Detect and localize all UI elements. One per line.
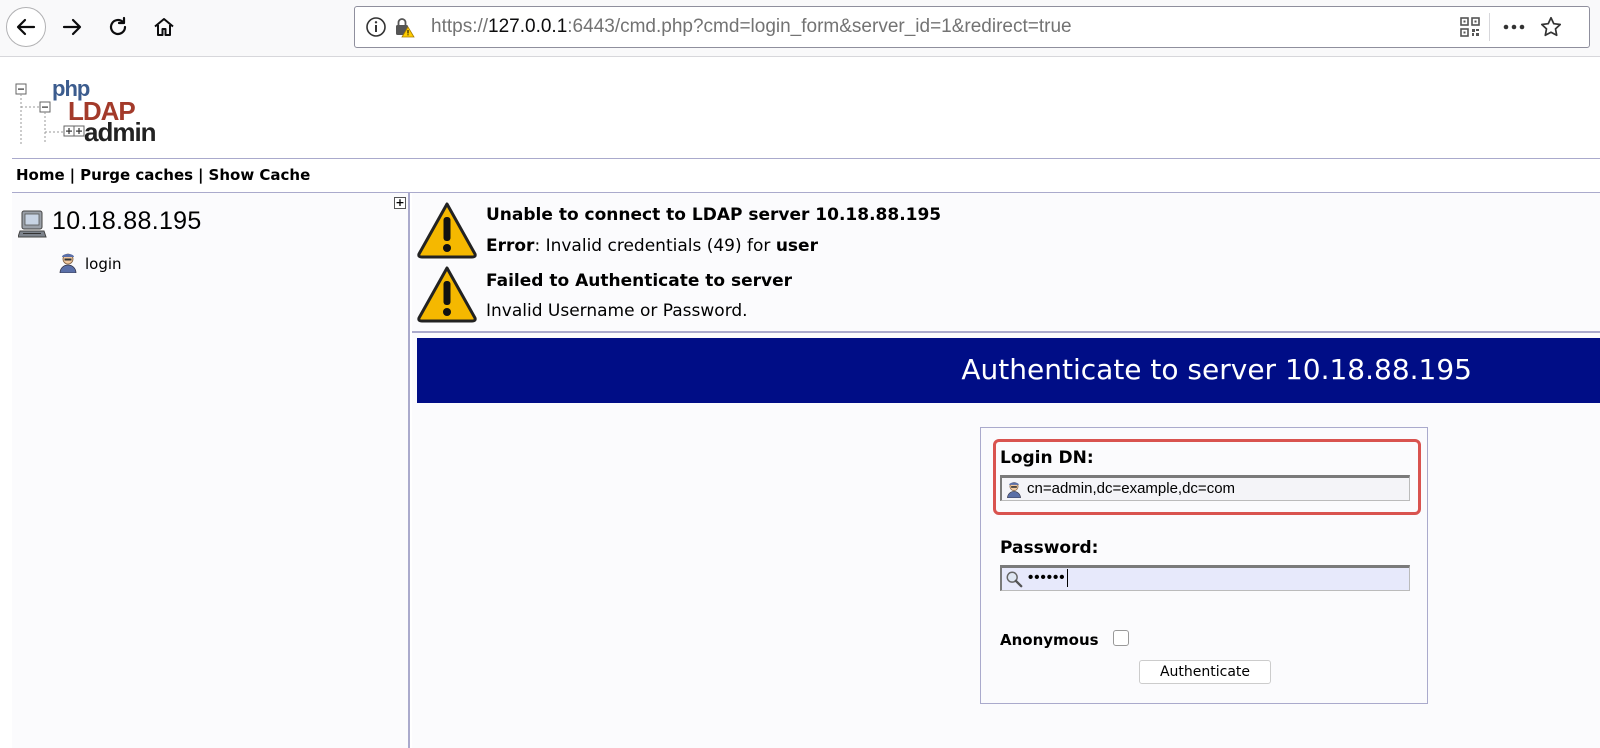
error-text: : Invalid credentials (49) for	[534, 236, 776, 256]
error-title: Unable to connect to LDAP server 10.18.8…	[486, 205, 942, 225]
key-search-icon	[1006, 571, 1023, 588]
url-rest: :6443/cmd.php?cmd=login_form&server_id=1…	[567, 16, 1072, 37]
top-menu: Home | Purge caches | Show Cache	[16, 166, 310, 184]
warning-icon	[417, 202, 477, 259]
error-label: Error	[486, 236, 535, 256]
url-prefix: https://	[431, 16, 489, 37]
arrow-left-icon	[16, 18, 36, 36]
url-text[interactable]: https://127.0.0.1:6443/cmd.php?cmd=login…	[431, 7, 1072, 47]
password-label: Password:	[1000, 538, 1099, 558]
more-actions-icon[interactable]	[1501, 16, 1527, 38]
home-icon	[154, 18, 174, 36]
server-computer-icon	[18, 210, 47, 238]
menu-show-cache-link[interactable]: Show Cache	[209, 166, 311, 184]
address-bar[interactable]: https://127.0.0.1:6443/cmd.php?cmd=login…	[354, 6, 1590, 48]
url-divider	[1489, 13, 1490, 41]
logo-admin-text: admin	[84, 117, 157, 147]
error-detail: Error: Invalid credentials (49) for user	[486, 236, 818, 256]
content-divider	[412, 331, 1600, 333]
login-dn-label: Login DN:	[1000, 448, 1094, 468]
user-login-icon	[59, 253, 77, 273]
menu-home-link[interactable]: Home	[16, 166, 65, 184]
phpldapadmin-logo[interactable]: php LDAP admin	[14, 74, 164, 146]
menu-purge-caches-link[interactable]: Purge caches	[80, 166, 193, 184]
tree-login-link[interactable]: login	[85, 255, 122, 273]
server-tree-panel: + 10.18.88.195 login	[12, 193, 410, 748]
reload-icon	[109, 16, 127, 36]
header-divider	[12, 158, 1600, 159]
auth-banner-title: Authenticate to server 10.18.88.195	[961, 353, 1472, 386]
arrow-right-icon	[62, 18, 82, 36]
login-dn-input[interactable]: cn=admin,dc=example,dc=com	[1000, 475, 1410, 501]
password-dots: ••••••	[1028, 569, 1066, 586]
menu-separator: |	[69, 166, 76, 184]
home-button[interactable]	[144, 7, 184, 47]
password-input[interactable]: ••••••	[1000, 565, 1410, 591]
browser-toolbar: https://127.0.0.1:6443/cmd.php?cmd=login…	[0, 0, 1600, 57]
authenticate-button[interactable]: Authenticate	[1139, 660, 1271, 684]
user-icon	[1007, 482, 1021, 498]
anonymous-checkbox[interactable]	[1113, 630, 1129, 646]
warning-icon	[417, 266, 477, 323]
insecure-lock-icon[interactable]	[393, 16, 415, 38]
login-form: Login DN: cn=admin,dc=example,dc=com Pas…	[980, 427, 1428, 704]
url-host: 127.0.0.1	[488, 16, 568, 37]
auth-failed-detail: Invalid Username or Password.	[486, 301, 748, 321]
text-caret	[1066, 569, 1068, 588]
back-button[interactable]	[6, 7, 46, 47]
forward-button[interactable]	[52, 7, 92, 47]
auth-banner: Authenticate to server 10.18.88.195	[417, 338, 1600, 403]
main-content: Unable to connect to LDAP server 10.18.8…	[412, 193, 1600, 748]
menu-separator: |	[198, 166, 204, 184]
auth-failed-title: Failed to Authenticate to server	[486, 271, 793, 291]
password-value: ••••••	[1028, 569, 1068, 588]
server-name[interactable]: 10.18.88.195	[52, 207, 202, 236]
info-icon[interactable]	[365, 16, 387, 38]
anonymous-label: Anonymous	[1000, 631, 1099, 649]
error-user: user	[775, 236, 818, 256]
qr-code-icon[interactable]	[1459, 16, 1481, 38]
login-dn-value: cn=admin,dc=example,dc=com	[1027, 480, 1236, 497]
reload-button[interactable]	[98, 7, 138, 47]
bookmark-star-icon[interactable]	[1539, 15, 1563, 39]
expand-panel-icon[interactable]: +	[394, 197, 406, 209]
